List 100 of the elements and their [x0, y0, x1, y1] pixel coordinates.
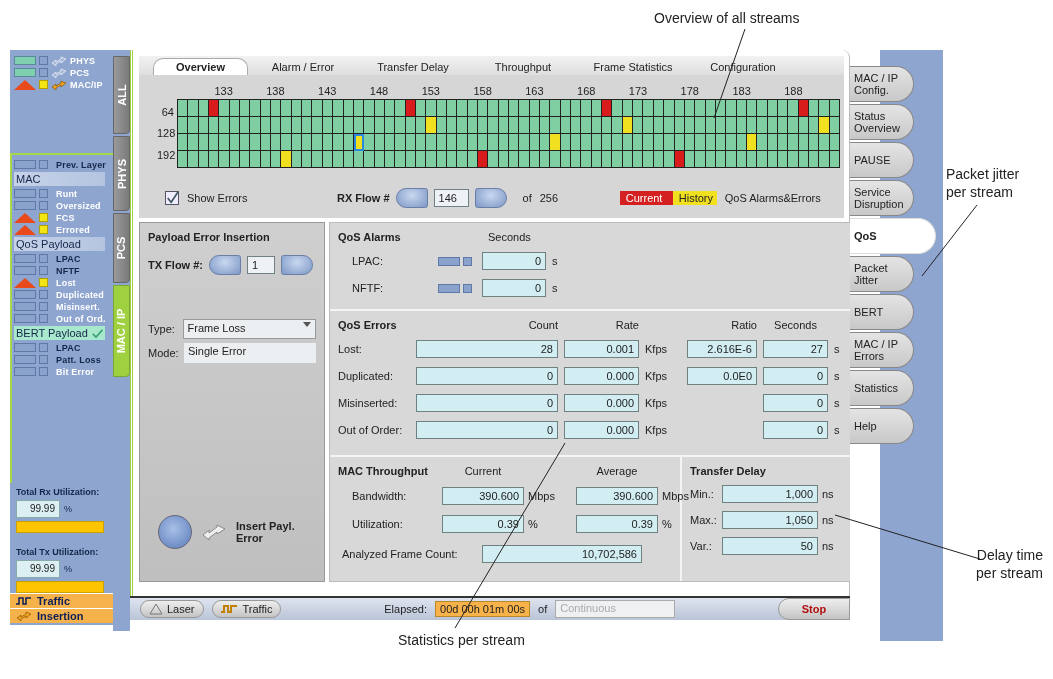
flow-cell[interactable]	[333, 151, 344, 168]
flow-cell[interactable]	[281, 134, 292, 151]
side-tab[interactable]: Help	[850, 408, 914, 444]
flow-cell[interactable]	[219, 134, 230, 151]
flow-cell[interactable]	[591, 134, 603, 151]
flow-cell[interactable]	[488, 134, 499, 151]
flow-cell[interactable]	[674, 134, 685, 151]
flow-cell[interactable]	[819, 151, 830, 168]
flow-cell[interactable]	[312, 134, 323, 151]
flow-cell[interactable]	[312, 100, 323, 117]
flow-cell[interactable]	[498, 100, 509, 117]
flow-cell[interactable]	[633, 117, 644, 134]
flow-cell[interactable]	[581, 100, 592, 117]
flow-cell[interactable]	[219, 151, 230, 168]
flow-cell[interactable]	[209, 117, 220, 134]
flow-cell[interactable]	[767, 151, 778, 168]
flow-cell[interactable]	[571, 151, 582, 168]
flow-cell[interactable]	[250, 117, 261, 134]
flow-cell[interactable]	[302, 151, 313, 168]
flow-cell[interactable]	[829, 134, 840, 151]
flow-cell[interactable]	[260, 151, 272, 168]
flow-cell[interactable]	[198, 151, 210, 168]
flow-cell[interactable]	[426, 151, 437, 168]
flow-cell[interactable]	[726, 117, 737, 134]
rx-flow-field[interactable]: 146	[433, 189, 469, 207]
flow-cell[interactable]	[788, 134, 799, 151]
increment-button[interactable]	[474, 188, 507, 208]
flow-cell[interactable]	[705, 117, 716, 134]
flow-cell[interactable]	[529, 134, 541, 151]
flow-cell[interactable]	[798, 100, 809, 117]
flow-cell[interactable]	[281, 100, 292, 117]
flow-cell[interactable]	[767, 134, 778, 151]
flow-cell[interactable]	[798, 117, 809, 134]
flow-cell[interactable]	[705, 134, 716, 151]
flow-cell[interactable]	[602, 117, 613, 134]
flow-cell[interactable]	[540, 100, 551, 117]
flow-cell[interactable]	[209, 100, 220, 117]
flow-cell[interactable]	[550, 134, 561, 151]
flow-cell[interactable]	[198, 117, 210, 134]
flow-cell[interactable]	[229, 134, 241, 151]
flow-cell[interactable]	[322, 117, 334, 134]
flow-cell[interactable]	[550, 100, 561, 117]
flow-cell[interactable]	[581, 151, 592, 168]
flow-cell[interactable]	[622, 151, 634, 168]
flow-cell[interactable]	[653, 134, 665, 151]
flow-cell[interactable]	[705, 151, 716, 168]
flow-cell[interactable]	[415, 134, 427, 151]
flow-cell[interactable]	[488, 151, 499, 168]
flow-cell[interactable]	[540, 117, 551, 134]
flow-cell[interactable]	[808, 117, 820, 134]
flow-cell[interactable]	[178, 134, 189, 151]
flow-cell[interactable]	[209, 134, 220, 151]
flow-cell[interactable]	[467, 117, 478, 134]
flow-cell[interactable]	[829, 117, 840, 134]
insert-button[interactable]	[158, 515, 192, 549]
flow-cell[interactable]	[788, 117, 799, 134]
flow-cell[interactable]	[571, 134, 582, 151]
flow-cell[interactable]	[633, 100, 644, 117]
flow-cell[interactable]	[353, 117, 365, 134]
flow-cell[interactable]	[612, 151, 623, 168]
flow-cell[interactable]	[519, 117, 530, 134]
side-tab[interactable]: Statistics	[850, 370, 914, 406]
flow-cell[interactable]	[798, 134, 809, 151]
increment-button[interactable]	[281, 255, 313, 275]
flow-cell[interactable]	[395, 151, 406, 168]
flow-cell[interactable]	[829, 100, 840, 117]
flow-cell[interactable]	[436, 100, 447, 117]
flow-cell[interactable]	[467, 134, 478, 151]
flow-cell[interactable]	[757, 117, 768, 134]
flow-cell[interactable]	[633, 151, 644, 168]
flow-cell[interactable]	[436, 134, 447, 151]
flow-cell[interactable]	[664, 151, 675, 168]
flow-cell[interactable]	[571, 100, 582, 117]
flow-cell[interactable]	[281, 151, 292, 168]
flow-cell[interactable]	[467, 151, 478, 168]
flow-cell[interactable]	[364, 117, 375, 134]
flow-cell[interactable]	[540, 151, 551, 168]
flow-cell[interactable]	[777, 134, 789, 151]
flow-cell[interactable]	[343, 134, 354, 151]
flow-cell[interactable]	[426, 100, 437, 117]
stop-button[interactable]: Stop	[778, 598, 850, 620]
flow-cell[interactable]	[529, 117, 541, 134]
flow-cell[interactable]	[457, 134, 468, 151]
flow-cell[interactable]	[446, 134, 458, 151]
flow-cell[interactable]	[291, 134, 303, 151]
flow-cell[interactable]	[819, 117, 830, 134]
flow-cell[interactable]	[229, 151, 241, 168]
flow-cell[interactable]	[291, 117, 303, 134]
flow-cell[interactable]	[509, 151, 520, 168]
flow-cell[interactable]	[436, 151, 447, 168]
flow-cell[interactable]	[684, 117, 696, 134]
flow-cell[interactable]	[808, 100, 820, 117]
flow-cell[interactable]	[333, 134, 344, 151]
flow-cell[interactable]	[384, 100, 396, 117]
flow-cell[interactable]	[767, 100, 778, 117]
side-tab[interactable]: Status Overview	[850, 104, 914, 140]
flow-cell[interactable]	[622, 100, 634, 117]
flow-cell[interactable]	[250, 151, 261, 168]
flow-cell[interactable]	[540, 134, 551, 151]
flow-cell[interactable]	[374, 134, 385, 151]
